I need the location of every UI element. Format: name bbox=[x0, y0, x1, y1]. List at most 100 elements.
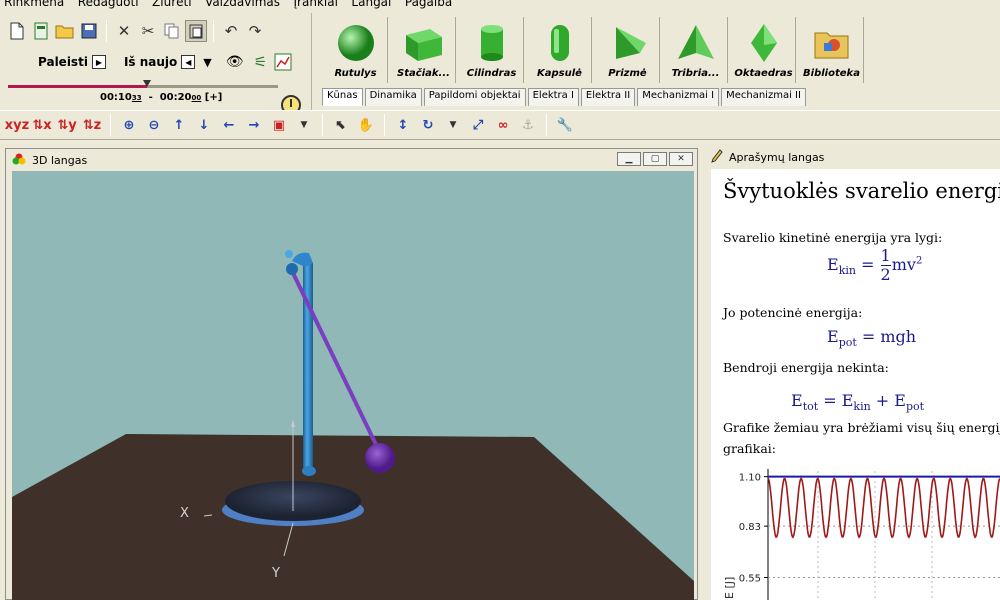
window-3d-title: 3D langas bbox=[32, 153, 88, 167]
maximize-button[interactable]: ▢ bbox=[643, 152, 667, 166]
zoom-out-icon[interactable]: ⊖ bbox=[143, 114, 165, 136]
copy-icon[interactable] bbox=[161, 20, 183, 42]
vertical-move-icon[interactable]: ↕ bbox=[392, 114, 414, 136]
zoom-in-icon[interactable]: ⊕ bbox=[118, 114, 140, 136]
pendulum-bob bbox=[365, 443, 395, 473]
tab-body[interactable]: Kūnas bbox=[322, 88, 363, 106]
hand-pan-icon[interactable]: ✋ bbox=[355, 114, 377, 136]
chevron-down-icon[interactable]: ▼ bbox=[442, 114, 464, 136]
object-pyramid[interactable]: Tribria... bbox=[664, 17, 728, 83]
description-paragraph: Svarelio kinetinė energija yra lygi: bbox=[723, 230, 943, 245]
arrow-up-icon[interactable]: ↑ bbox=[168, 114, 190, 136]
undo-icon[interactable]: ↶ bbox=[220, 20, 242, 42]
axes-tx-icon[interactable]: ⇅x bbox=[31, 114, 53, 136]
chevron-down-icon[interactable]: ▼ bbox=[293, 114, 315, 136]
object-prism[interactable]: Prizmė bbox=[596, 17, 660, 83]
formula-kinetic: Ekin = 1 2 mv2 bbox=[827, 246, 923, 284]
description-paragraph: grafikai: bbox=[723, 441, 777, 456]
reset-label[interactable]: Iš naujo bbox=[106, 55, 181, 69]
tab-extra-objects[interactable]: Papildomi objektai bbox=[423, 88, 526, 106]
new-window-icon[interactable] bbox=[30, 20, 52, 42]
arrow-down-icon[interactable]: ↓ bbox=[193, 114, 215, 136]
file-toolbar: ✕ ✂ ↶ ↷ bbox=[6, 18, 266, 44]
axis-y-label: Y bbox=[271, 566, 280, 581]
object-capsule[interactable]: Kapsulė bbox=[528, 17, 592, 83]
capsule-icon bbox=[528, 23, 591, 66]
window-3d-header: 3D langas ▁ ▢ ✕ bbox=[6, 149, 697, 171]
object-box[interactable]: Stačiak... bbox=[392, 17, 456, 83]
time-readout: 00:1033 - 00:2000 [+] bbox=[100, 92, 223, 103]
wrench-icon[interactable]: 🔧 bbox=[554, 114, 576, 136]
timeline-track[interactable] bbox=[147, 85, 278, 88]
anchor-icon[interactable]: ⚓ bbox=[517, 114, 539, 136]
energy-chart[interactable]: 1.10 0.83 0.55E [J] bbox=[711, 463, 1000, 600]
menu-windows[interactable]: Langai bbox=[346, 0, 396, 9]
menu-display[interactable]: Vaizdavimas bbox=[200, 0, 285, 9]
play-label[interactable]: Paleisti bbox=[6, 55, 92, 69]
object-sphere[interactable]: Rutulys bbox=[324, 17, 388, 83]
menu-bar: Rinkmena Redaguoti Žiūrėti Vaizdavimas Į… bbox=[0, 0, 1000, 12]
window-3d[interactable]: 3D langas ▁ ▢ ✕ X Y bbox=[5, 148, 698, 600]
axes-tz-icon[interactable]: ⇅z bbox=[81, 114, 103, 136]
play-icon[interactable]: ▶ bbox=[91, 55, 106, 69]
tab-mechanisms-1[interactable]: Mechanizmai I bbox=[637, 88, 720, 106]
view-camera-icon[interactable]: ▣ bbox=[268, 114, 290, 136]
scale-icon[interactable]: ⤢ bbox=[467, 114, 489, 136]
tab-electricity-2[interactable]: Elektra II bbox=[580, 88, 636, 106]
tree-icon[interactable]: ⚟ bbox=[250, 51, 272, 73]
arrow-left-icon[interactable]: ← bbox=[218, 114, 240, 136]
description-paragraph: Grafike žemiau yra brėžiami visų šių ene… bbox=[723, 420, 1000, 435]
menu-view[interactable]: Žiūrėti bbox=[147, 0, 197, 9]
axis-x-label: X bbox=[180, 506, 189, 521]
menu-tools[interactable]: Įrankiai bbox=[289, 0, 343, 9]
eye-icon[interactable]: 👁 bbox=[220, 54, 250, 70]
toolbar-separator bbox=[110, 114, 111, 136]
select-cursor-icon[interactable]: ⬉ bbox=[330, 114, 352, 136]
axes-ty-icon[interactable]: ⇅y bbox=[56, 114, 78, 136]
object-octahedron[interactable]: Oktaedras bbox=[732, 17, 796, 83]
save-icon[interactable] bbox=[78, 20, 100, 42]
pencil-icon bbox=[711, 148, 723, 166]
toolbar-separator bbox=[322, 114, 323, 136]
arrow-right-icon[interactable]: → bbox=[243, 114, 265, 136]
cut-icon[interactable]: ✂ bbox=[137, 20, 159, 42]
chart-tick-label: 1.10 bbox=[739, 473, 761, 484]
tab-electricity-1[interactable]: Elektra I bbox=[527, 88, 579, 106]
chevron-down-icon[interactable]: ▼ bbox=[195, 56, 219, 69]
menu-edit[interactable]: Redaguoti bbox=[73, 0, 144, 9]
timeline-thumb[interactable] bbox=[143, 80, 151, 87]
axes-xyz-icon[interactable]: xyz bbox=[5, 114, 29, 136]
prism-icon bbox=[596, 23, 659, 66]
formula-potential: Epot = mgh bbox=[827, 327, 917, 350]
reset-icon[interactable]: ◀ bbox=[181, 55, 196, 69]
rotate-icon[interactable]: ↻ bbox=[417, 114, 439, 136]
toolbar-separator bbox=[546, 114, 547, 136]
object-cylinder[interactable]: Cilindras bbox=[460, 17, 524, 83]
paste-icon[interactable] bbox=[185, 20, 207, 42]
link-icon[interactable]: ∞ bbox=[492, 114, 514, 136]
description-content[interactable]: Švytuoklės svarelio energija Svarelio ki… bbox=[711, 169, 1000, 600]
toolbar-separator bbox=[384, 114, 385, 136]
tab-mechanisms-2[interactable]: Mechanizmai II bbox=[721, 88, 806, 106]
object-palette: Rutulys Stačiak... Cilindras Kapsulė Pri… bbox=[318, 13, 1000, 88]
menu-help[interactable]: Pagalba bbox=[400, 0, 457, 9]
timeline-progress[interactable] bbox=[8, 85, 147, 88]
chart-series-line bbox=[767, 477, 1000, 539]
delete-icon[interactable]: ✕ bbox=[113, 20, 135, 42]
tab-dynamics[interactable]: Dinamika bbox=[364, 88, 422, 106]
object-library[interactable]: Biblioteka bbox=[800, 17, 864, 83]
toolbar-separator bbox=[106, 20, 107, 42]
object-tabs: Kūnas Dinamika Papildomi objektai Elektr… bbox=[322, 88, 808, 106]
graph-icon[interactable] bbox=[272, 51, 294, 73]
new-file-icon[interactable] bbox=[6, 20, 28, 42]
redo-icon[interactable]: ↷ bbox=[244, 20, 266, 42]
box-icon bbox=[392, 23, 455, 66]
scene-viewport[interactable]: X Y bbox=[12, 171, 694, 600]
simulation-controls: Paleisti ▶ Iš naujo ◀ ▼ 👁 ⚟ bbox=[6, 51, 294, 73]
minimize-button[interactable]: ▁ bbox=[617, 152, 641, 166]
open-folder-icon[interactable] bbox=[54, 20, 76, 42]
window-3d-icon bbox=[12, 153, 26, 168]
menu-file[interactable]: Rinkmena bbox=[0, 0, 69, 9]
toolbar-separator bbox=[213, 20, 214, 42]
close-button[interactable]: ✕ bbox=[669, 152, 693, 166]
